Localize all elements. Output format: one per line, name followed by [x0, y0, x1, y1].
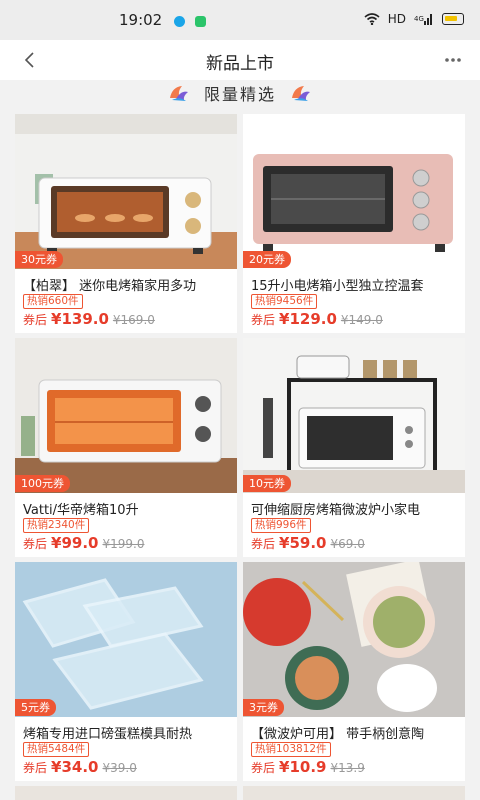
sales-badge: 热销996件: [251, 518, 311, 533]
status-indicators: HD 4G: [364, 12, 464, 26]
more-button[interactable]: [438, 46, 468, 74]
price-line: 券后 ¥10.9 ¥13.9: [251, 758, 365, 778]
svg-text:4G: 4G: [414, 15, 424, 23]
coupon-badge: 5元券: [15, 699, 56, 716]
coupon-badge: 30元券: [15, 251, 63, 268]
sales-badge: 热销5484件: [23, 742, 90, 757]
price: ¥34.0: [51, 758, 99, 776]
sales-badge: 热销2340件: [23, 518, 90, 533]
petal-decoration-icon: [169, 86, 188, 101]
product-card-partial[interactable]: [243, 786, 465, 800]
wifi-icon: [364, 13, 380, 25]
status-bar: 19:02 HD 4G: [0, 0, 480, 40]
sales-badge: 热销9456件: [251, 294, 318, 309]
sales-badge: 热销660件: [23, 294, 83, 309]
original-price: ¥199.0: [102, 537, 145, 551]
product-image-oven-orange: [15, 338, 237, 493]
product-card[interactable]: 20元券 15升小电烤箱小型独立控温套 热销9456件 券后 ¥129.0 ¥1…: [243, 114, 465, 333]
product-image-ceramic-bowls: [243, 562, 465, 717]
price-tag-label: 券后: [251, 537, 276, 551]
page-title: 新品上市: [206, 54, 274, 74]
product-image-oven-white: [15, 114, 237, 269]
sales-badge: 热销103812件: [251, 742, 331, 757]
coupon-badge: 3元券: [243, 699, 284, 716]
battery-icon: [442, 13, 464, 25]
original-price: ¥149.0: [340, 313, 383, 327]
product-card[interactable]: 10元券 可伸缩厨房烤箱微波炉小家电 热销996件 券后 ¥59.0 ¥69.0: [243, 338, 465, 557]
product-card-partial[interactable]: [15, 786, 237, 800]
section-header: 限量精选: [0, 80, 480, 106]
product-image-oven-pink: [243, 114, 465, 269]
original-price: ¥169.0: [112, 313, 155, 327]
message-notification-icon: [195, 16, 206, 27]
price: ¥139.0: [51, 310, 109, 328]
price: ¥59.0: [279, 534, 327, 552]
next-row-partial: [15, 786, 465, 800]
price-line: 券后 ¥99.0 ¥199.0: [23, 534, 144, 554]
price-tag-label: 券后: [23, 537, 48, 551]
price-line: 券后 ¥129.0 ¥149.0: [251, 310, 383, 330]
coupon-badge: 100元券: [15, 475, 70, 492]
product-image-microwave-rack: [243, 338, 465, 493]
price-tag-label: 券后: [23, 761, 48, 775]
more-dots-icon: [445, 58, 461, 62]
original-price: ¥39.0: [102, 761, 137, 775]
status-time: 19:02: [119, 11, 163, 29]
product-card[interactable]: 5元券 烤箱专用进口磅蛋糕模具耐热 热销5484件 券后 ¥34.0 ¥39.0: [15, 562, 237, 781]
price-line: 券后 ¥59.0 ¥69.0: [251, 534, 365, 554]
coupon-badge: 10元券: [243, 475, 291, 492]
product-title: 可伸缩厨房烤箱微波炉小家电: [251, 503, 421, 518]
product-title: 烤箱专用进口磅蛋糕模具耐热: [23, 727, 193, 742]
price: ¥99.0: [51, 534, 99, 552]
petal-decoration-icon: [292, 86, 310, 101]
product-title: 【微波炉可用】 带手柄创意陶: [251, 727, 425, 742]
coupon-badge: 20元券: [243, 251, 291, 268]
section-title: 限量精选: [203, 85, 276, 104]
product-card[interactable]: 3元券 【微波炉可用】 带手柄创意陶 热销103812件 券后 ¥10.9 ¥1…: [243, 562, 465, 781]
price: ¥10.9: [279, 758, 327, 776]
signal-icon: 4G: [414, 14, 432, 25]
product-image-glass-loaf-pans: [15, 562, 237, 717]
product-title: Vatti/华帝烤箱10升: [23, 503, 139, 518]
price-tag-label: 券后: [23, 313, 48, 327]
product-title: 15升小电烤箱小型独立控温套: [251, 279, 424, 294]
product-title: 【柏翠】 迷你电烤箱家用多功: [23, 279, 197, 294]
price-line: 券后 ¥34.0 ¥39.0: [23, 758, 137, 778]
nav-bar: 新品上市: [0, 40, 480, 80]
price-tag-label: 券后: [251, 761, 276, 775]
product-card[interactable]: 100元券 Vatti/华帝烤箱10升 热销2340件 券后 ¥99.0 ¥19…: [15, 338, 237, 557]
price-line: 券后 ¥139.0 ¥169.0: [23, 310, 155, 330]
original-price: ¥13.9: [330, 761, 365, 775]
price-tag-label: 券后: [251, 313, 276, 327]
network-type-label: HD: [387, 12, 406, 26]
app-notification-icon: [174, 16, 185, 27]
original-price: ¥69.0: [330, 537, 365, 551]
price: ¥129.0: [279, 310, 337, 328]
product-card[interactable]: 30元券 【柏翠】 迷你电烤箱家用多功 热销660件 券后 ¥139.0 ¥16…: [15, 114, 237, 333]
